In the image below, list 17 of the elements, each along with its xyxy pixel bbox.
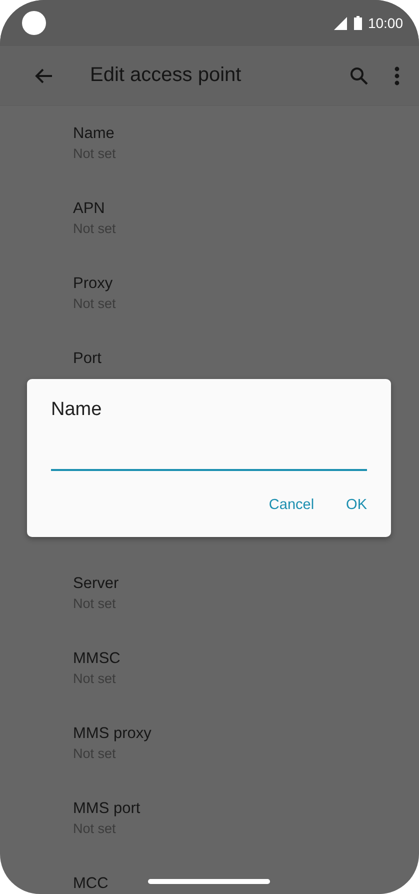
dialog-button[interactable]: OK xyxy=(332,489,381,521)
setting-item[interactable]: MCC xyxy=(0,863,419,894)
setting-label: MMSC xyxy=(73,649,120,669)
setting-label: Name xyxy=(73,124,114,144)
setting-label: MCC xyxy=(73,874,108,894)
setting-label: MMS proxy xyxy=(73,724,152,744)
camera-icon xyxy=(22,11,46,35)
status-time: 10:00 xyxy=(368,15,403,31)
screen-title: Edit access point xyxy=(90,64,242,87)
battery-icon xyxy=(354,16,362,30)
setting-label: APN xyxy=(73,199,105,219)
setting-label: Server xyxy=(73,574,119,594)
setting-label: MMS port xyxy=(73,799,140,819)
dialog-button[interactable]: Cancel xyxy=(254,489,328,521)
dialog-title: Name xyxy=(51,399,103,421)
signal-icon xyxy=(334,16,347,30)
setting-label: Proxy xyxy=(73,274,113,294)
